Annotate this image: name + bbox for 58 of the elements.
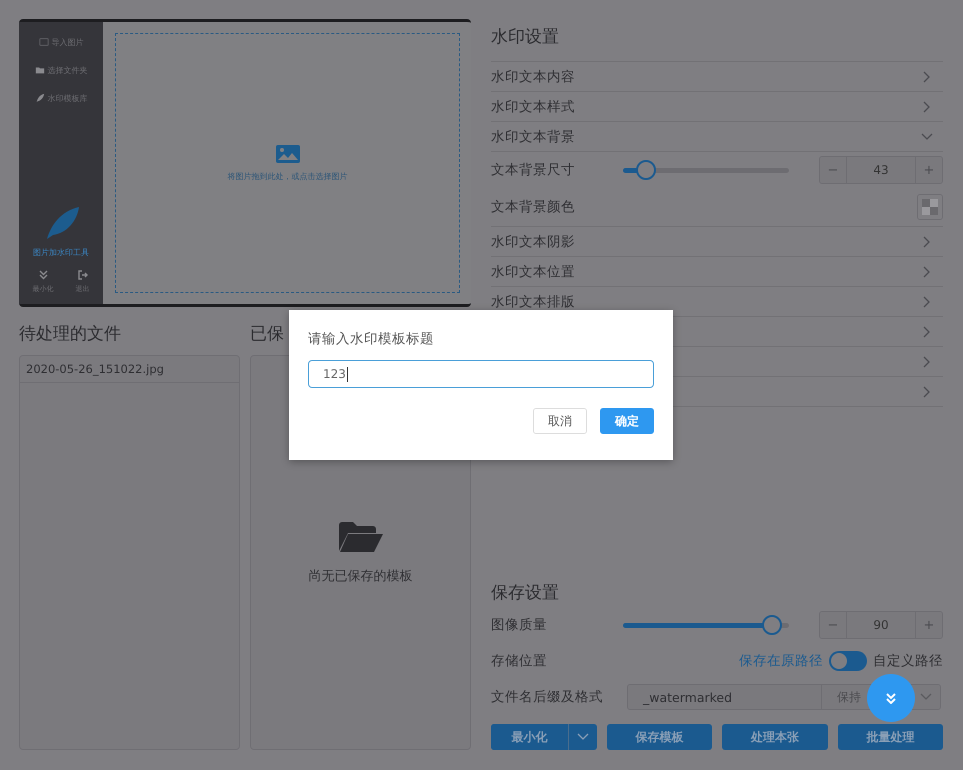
settings-row[interactable]: 水印文本位置 — [491, 257, 943, 287]
file-item[interactable]: 2020-05-26_151022.jpg — [20, 356, 239, 383]
row-label: 水印文本背景 — [491, 128, 575, 146]
color-picker[interactable] — [917, 194, 943, 220]
panel-title: 待处理的文件 — [19, 323, 121, 346]
option-label: 保存在原路径 — [739, 652, 823, 670]
folder-icon — [34, 65, 44, 75]
slider-thumb[interactable] — [636, 160, 656, 180]
chevron-down-icon[interactable] — [921, 130, 933, 142]
number-stepper[interactable]: − 43 + — [819, 156, 943, 184]
action-button[interactable]: 保存模板 — [606, 724, 712, 750]
app-name: 图片加水印工具 — [33, 247, 89, 258]
settings-row[interactable]: 水印文本内容 — [491, 62, 943, 92]
row-label: 水印文本排版 — [491, 292, 575, 310]
field-label: 存储位置 — [491, 652, 548, 670]
folder-icon — [338, 520, 382, 552]
toggle-switch[interactable] — [829, 651, 867, 671]
drop-zone[interactable]: 将图片拖到此处，或点击选择图片 — [115, 33, 460, 293]
minimize-button[interactable]: 最小化 — [491, 724, 569, 750]
number-stepper[interactable]: − 90 + — [819, 611, 943, 639]
feather-icon — [34, 93, 44, 103]
sidebar-item[interactable]: 导入图片 — [38, 28, 84, 56]
cancel-button[interactable]: 取消 — [533, 408, 587, 434]
dialog-title: 请输入水印模板标题 — [308, 330, 435, 348]
slider-thumb[interactable] — [762, 614, 782, 634]
number-value: 43 — [846, 157, 916, 183]
scroll-down-button[interactable] — [867, 674, 915, 722]
field-label: 文件名后缀及格式 — [491, 688, 604, 706]
panel-title: 已保 — [250, 323, 284, 346]
row-label: 水印文本阴影 — [491, 232, 575, 250]
settings-row[interactable]: 水印文本背景 — [491, 122, 943, 152]
settings-row[interactable]: 水印文本样式 — [491, 92, 943, 122]
section-title: 保存设置 — [491, 582, 560, 604]
double-chevron-icon — [38, 270, 48, 280]
action-button[interactable]: 批量处理 — [838, 724, 943, 750]
decrement-button[interactable]: − — [820, 612, 846, 638]
row-label: 水印文本样式 — [491, 98, 575, 116]
field-label: 文本背景尺寸 — [491, 161, 576, 179]
double-chevron-icon — [886, 692, 896, 704]
empty-message: 尚无已保存的模板 — [308, 568, 412, 584]
sidebar-item[interactable]: 水印模板库 — [34, 84, 88, 112]
field-label: 图像质量 — [491, 616, 548, 634]
suffix-field[interactable]: _watermarked — [628, 685, 822, 709]
section-title: 水印设置 — [491, 11, 943, 62]
exit-icon — [78, 270, 88, 280]
field-label: 文本背景颜色 — [491, 198, 576, 216]
settings-row[interactable]: 水印文本阴影 — [491, 227, 943, 257]
row-label: 水印文本位置 — [491, 262, 575, 280]
increment-button[interactable]: + — [916, 157, 942, 183]
input-field[interactable]: 123 — [308, 360, 654, 388]
option-label: 自定义路径 — [873, 652, 943, 670]
row-label: 水印文本内容 — [491, 68, 575, 86]
action-button[interactable]: 处理本张 — [722, 724, 828, 750]
decrement-button[interactable]: − — [820, 157, 846, 183]
number-value: 90 — [846, 612, 916, 638]
checkerboard-icon — [922, 199, 938, 215]
confirm-button[interactable]: 确定 — [600, 408, 654, 434]
increment-button[interactable]: + — [916, 612, 942, 638]
